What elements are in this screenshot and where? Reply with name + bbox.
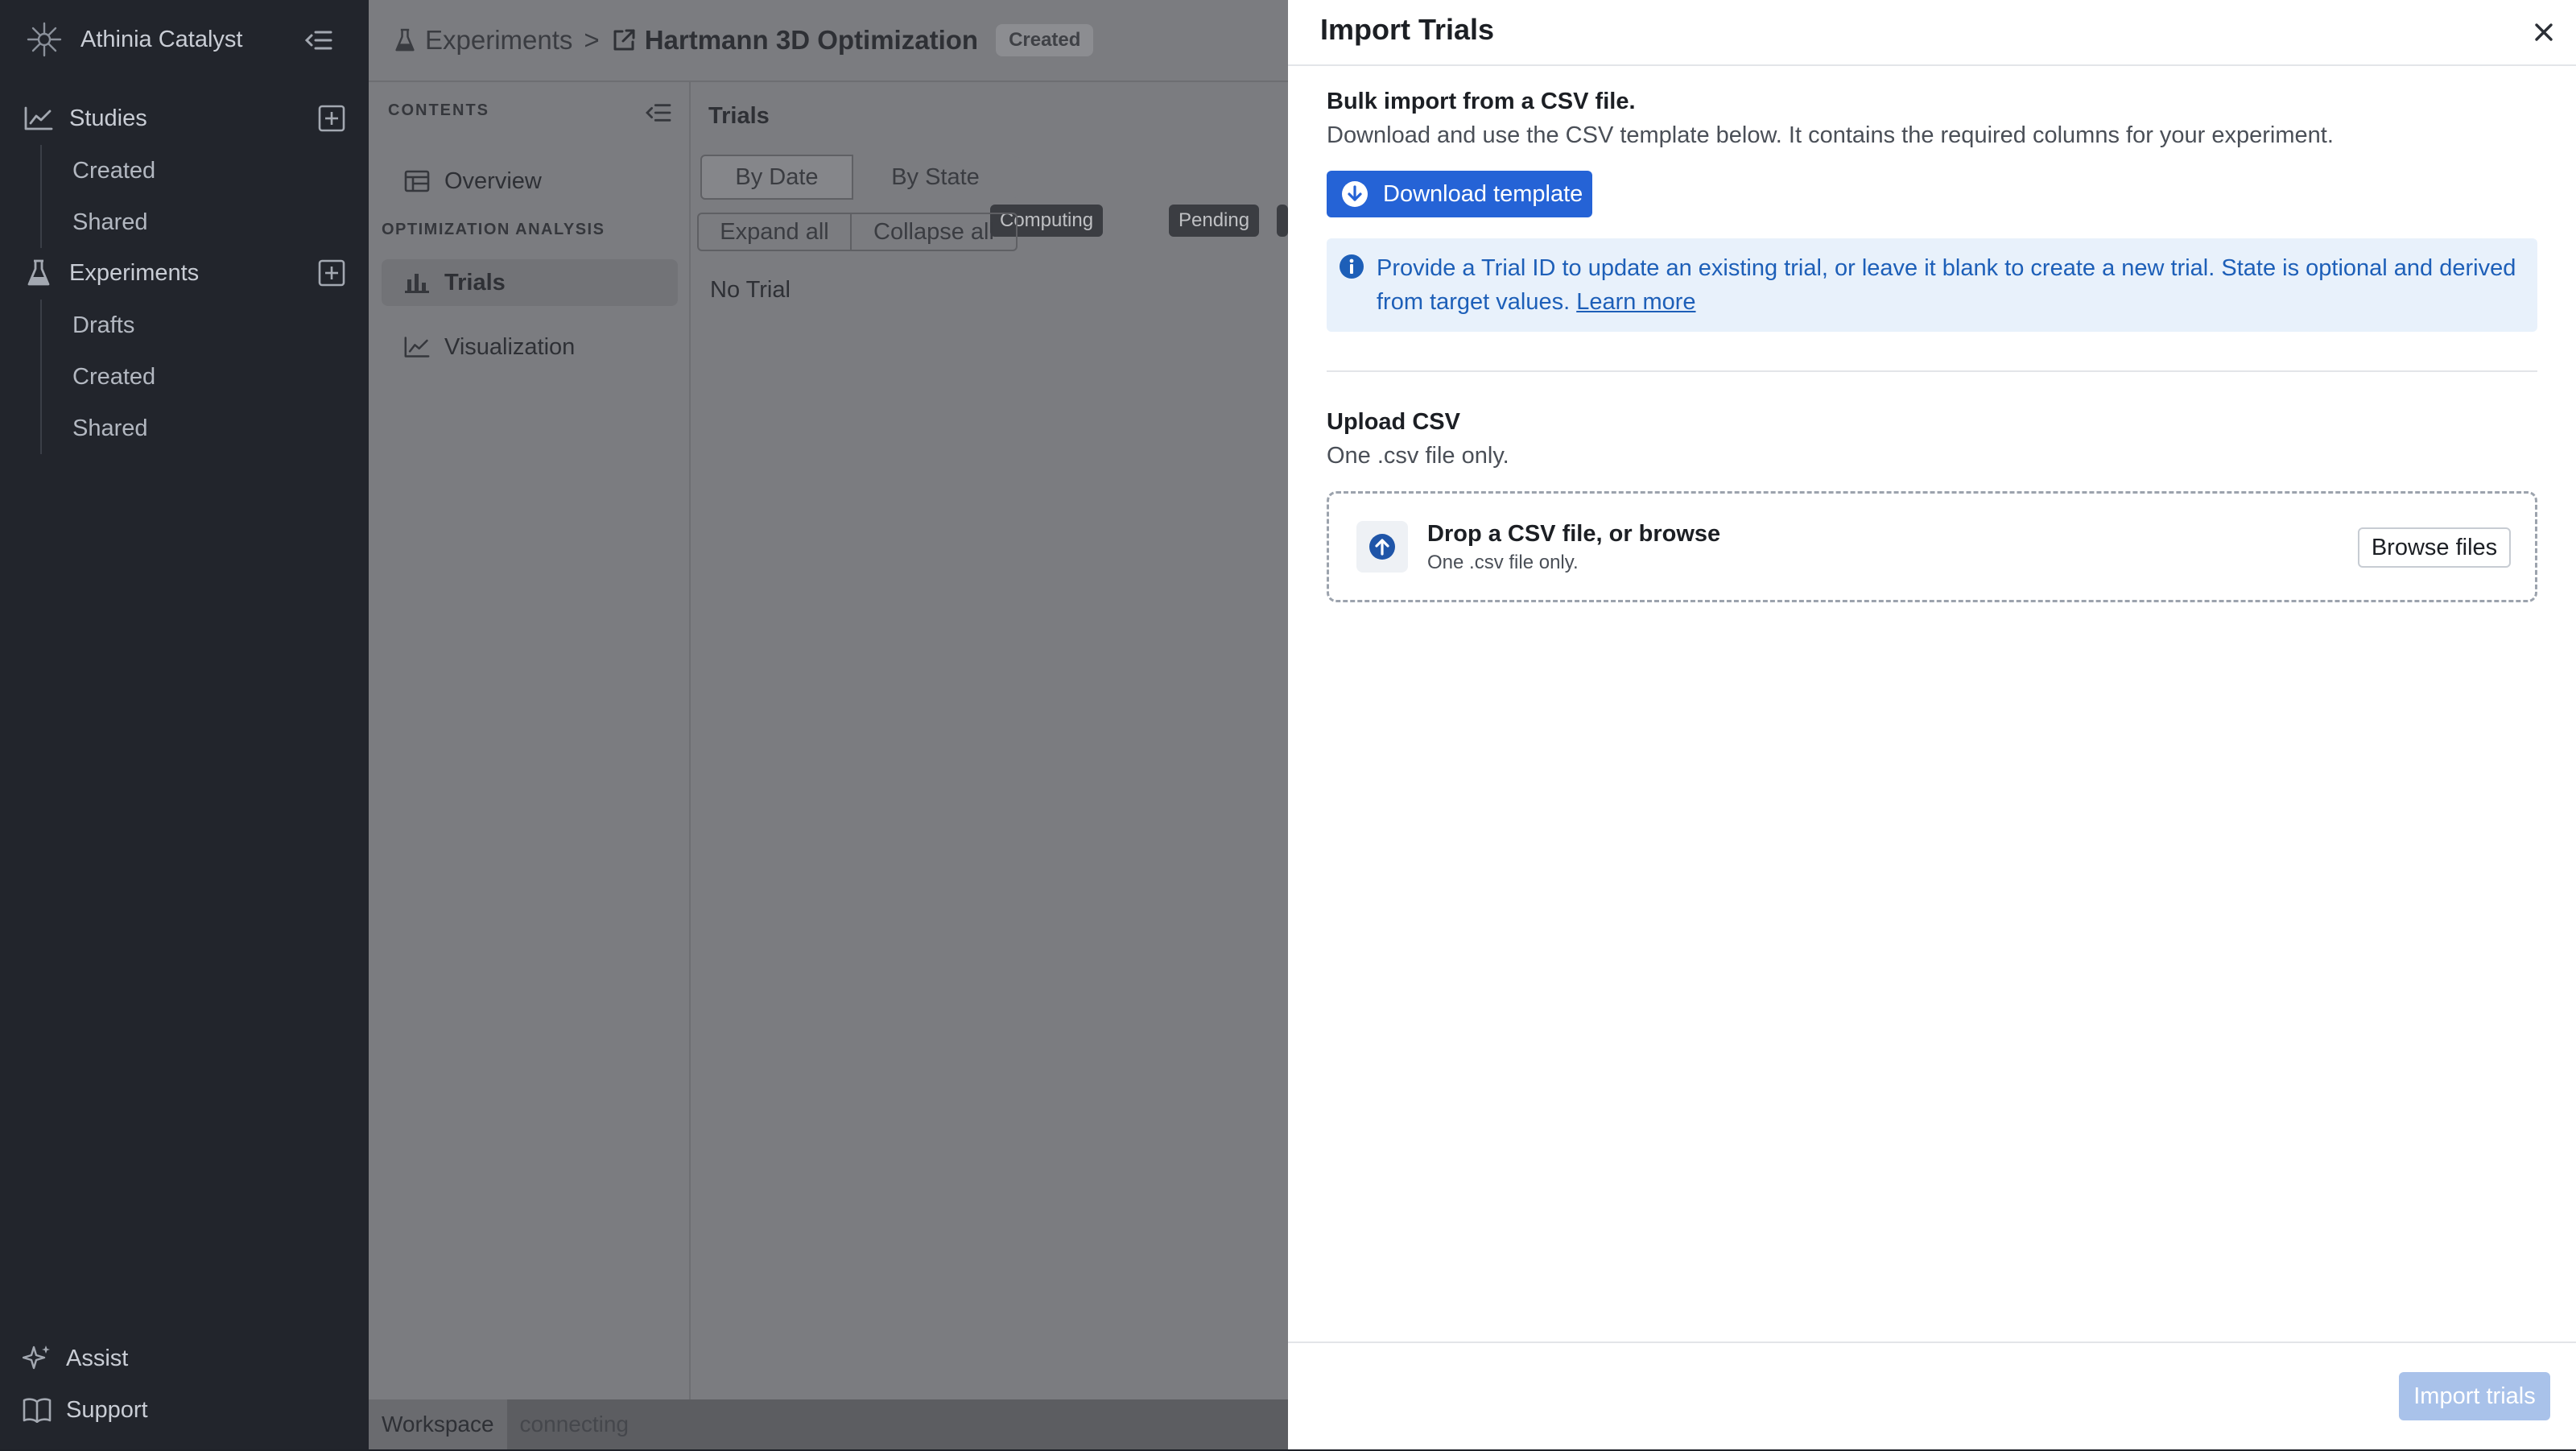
learn-more-link[interactable]: Learn more [1576,289,1695,315]
expand-all-button[interactable]: Expand all [697,213,852,251]
download-template-label: Download template [1383,180,1583,207]
experiment-title: Hartmann 3D Optimization [644,25,979,55]
info-icon [1338,253,1365,280]
sidebar-item-experiments-created[interactable]: Created [42,351,314,403]
breadcrumb-separator: > [584,25,600,55]
flask-icon [394,27,415,53]
workspace-label[interactable]: Workspace [369,1399,507,1449]
download-icon [1341,180,1368,208]
download-template-button[interactable]: Download template [1327,171,1592,217]
add-study-button[interactable] [316,102,348,134]
support-link[interactable]: Support [23,1388,148,1432]
dropzone-subtitle: One .csv file only. [1427,552,1579,573]
import-trials-button[interactable]: Import trials [2399,1372,2550,1420]
status-chip-truncated [1277,205,1288,237]
section-divider [1327,370,2537,372]
contents-item-trials[interactable]: Trials [382,259,678,306]
close-icon[interactable] [2528,16,2560,48]
main-content-overlay: Experiments > Hartmann 3D Optimization C… [369,0,1288,1449]
info-text: Provide a Trial ID to update an existing… [1377,255,2516,315]
drawer-footer: Import trials [1288,1341,2576,1451]
external-link-icon[interactable] [611,27,637,53]
experiments-tree: Drafts Created Shared [40,300,314,454]
info-callout: Provide a Trial ID to update an existing… [1327,238,2537,332]
status-badge: Created [996,24,1094,56]
tab-by-state[interactable]: By State [853,155,1019,200]
info-text-block: Provide a Trial ID to update an existing… [1377,251,2520,319]
upload-csv-description: One .csv file only. [1327,443,1509,469]
trials-panel: Trials Computing Pending By Date By Stat… [691,82,1288,1399]
contents-item-overview[interactable]: Overview [382,158,678,205]
contents-item-label: Trials [444,269,506,296]
drawer-title: Import Trials [1320,13,1495,46]
import-trials-drawer: Import Trials Bulk import from a CSV fil… [1288,0,2576,1449]
browse-files-button[interactable]: Browse files [2358,527,2511,568]
csv-dropzone[interactable]: Drop a CSV file, or browse One .csv file… [1327,491,2537,602]
contents-heading: CONTENTS [388,101,489,119]
bulk-import-description: Download and use the CSV template below.… [1327,122,2334,148]
contents-item-label: Visualization [444,333,576,360]
trials-title: Trials [708,103,770,129]
sparkle-icon [23,1344,52,1373]
contents-panel: CONTENTS Overview OPTIMIZATION ANALYSIS … [369,82,691,1399]
sidebar-item-studies-created[interactable]: Created [42,145,314,196]
support-label: Support [66,1396,148,1423]
dropzone-title: Drop a CSV file, or browse [1427,521,1721,547]
bar-chart-icon [404,271,430,294]
breadcrumb: Experiments > Hartmann 3D Optimization C… [394,21,1094,60]
status-chip-pending: Pending [1169,205,1260,237]
flask-icon [23,257,55,289]
assist-link[interactable]: Assist [23,1337,128,1380]
optimization-analysis-heading: OPTIMIZATION ANALYSIS [382,221,605,238]
top-bar: Experiments > Hartmann 3D Optimization C… [369,0,1288,82]
upload-icon [1356,521,1408,573]
sidebar-item-experiments-drafts[interactable]: Drafts [42,300,314,351]
add-experiment-button[interactable] [316,257,348,289]
expand-collapse-group: Expand all Collapse all [697,213,1018,251]
chart-line-icon [23,102,55,134]
studies-tree: Created Shared [40,145,314,248]
connection-status: connecting [519,1412,629,1437]
sidebar-section-studies[interactable]: Studies [23,97,348,140]
status-bar: Workspace connecting [369,1399,1288,1449]
assist-label: Assist [66,1345,129,1371]
empty-trials-text: No Trial [710,277,791,303]
book-icon [23,1397,52,1423]
logo-icon [26,21,63,58]
collapse-contents-button[interactable] [641,97,676,129]
tab-by-date[interactable]: By Date [700,155,853,200]
brand[interactable]: Athinia Catalyst [26,21,243,58]
drawer-header: Import Trials [1288,0,2576,66]
table-icon [404,170,430,192]
breadcrumb-experiments-link[interactable]: Experiments [425,25,572,56]
app-name: Athinia Catalyst [80,26,243,52]
sidebar-section-label: Studies [69,105,147,131]
app-sidebar: Athinia Catalyst Studies Created Shared … [0,0,369,1449]
sidebar-item-studies-shared[interactable]: Shared [42,196,314,248]
chart-line-icon [404,336,430,358]
sidebar-section-label: Experiments [69,259,200,286]
upload-csv-title: Upload CSV [1327,409,1460,435]
sidebar-item-experiments-shared[interactable]: Shared [42,403,314,454]
collapse-all-button[interactable]: Collapse all [852,213,1018,251]
bulk-import-title: Bulk import from a CSV file. [1327,89,1636,114]
trials-view-tabs: By Date By State [700,155,1019,200]
contents-item-visualization[interactable]: Visualization [382,324,678,370]
sidebar-section-experiments[interactable]: Experiments [23,251,348,295]
collapse-sidebar-button[interactable] [301,24,336,56]
contents-item-label: Overview [444,167,542,194]
